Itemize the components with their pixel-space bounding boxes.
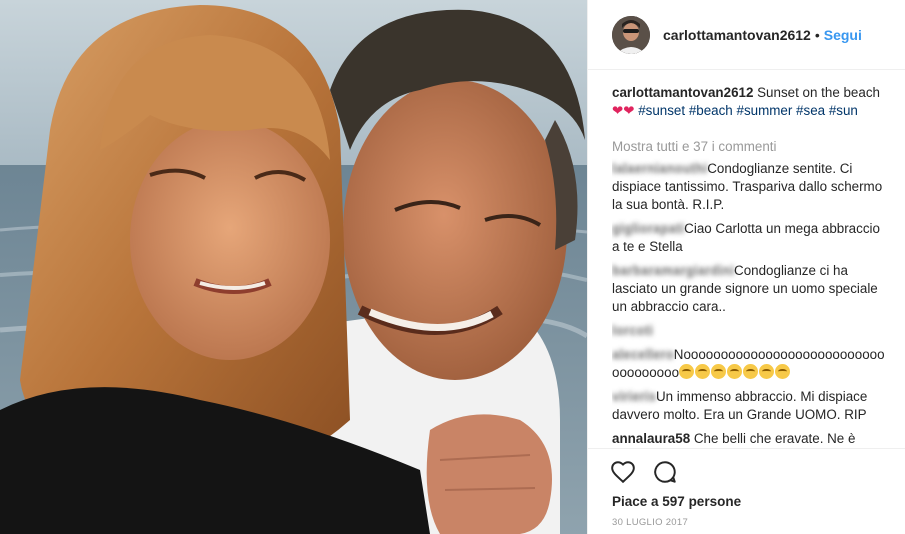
comment-username[interactable]: alecellero [612, 347, 674, 362]
hearts-emoji: ❤❤ [612, 103, 635, 118]
heart-outline-icon[interactable] [610, 459, 636, 485]
comment-item: virierisUn immenso abbraccio. Mi dispiac… [612, 388, 890, 424]
comment-username[interactable]: annalaura58 [612, 431, 690, 446]
speech-bubble-icon[interactable] [652, 459, 678, 485]
profile-picture-icon [612, 15, 650, 54]
caption-text: Sunset on the beach [753, 85, 880, 100]
comments-list[interactable]: carlottamantovan2612 Sunset on the beach… [612, 84, 890, 448]
comment-username[interactable]: lalaernianouthi [612, 161, 707, 176]
crying-face-icon [727, 364, 743, 379]
follow-button[interactable]: Segui [824, 27, 862, 43]
hashtag-beach[interactable]: #beach [689, 103, 733, 118]
hashtag-sun[interactable]: #sun [829, 103, 858, 118]
caption-username[interactable]: carlottamantovan2612 [612, 85, 753, 100]
crying-face-icon [743, 364, 759, 379]
show-all-comments-link[interactable]: Mostra tutti e 37 i commenti [612, 138, 890, 156]
hashtag-sunset[interactable]: #sunset [638, 103, 685, 118]
comment-username[interactable]: virieris [612, 389, 656, 404]
post-photo[interactable] [0, 0, 587, 534]
crying-face-icon [775, 364, 791, 379]
crying-face-icon [679, 364, 695, 379]
comment-item: lalaernianouthiCondoglianze sentite. Ci … [612, 160, 890, 214]
crying-emoji-row [679, 364, 791, 380]
comment-username[interactable]: gigliorapati [612, 221, 684, 236]
comment-username[interactable]: lorcoti [612, 323, 653, 338]
comment-item: lorcoti [612, 322, 890, 340]
post-side-panel: carlottamantovan2612 • Segui carlottaman… [587, 0, 905, 534]
comment-text: Che belli che eravate. Ne è [693, 431, 856, 446]
sunset-selfie-image [0, 0, 587, 534]
crying-face-icon [759, 364, 775, 379]
post-actions: Piace a 597 persone 30 LUGLIO 2017 [588, 448, 905, 534]
hashtag-summer[interactable]: #summer [737, 103, 793, 118]
crying-face-icon [695, 364, 711, 379]
hashtag-sea[interactable]: #sea [796, 103, 825, 118]
comment-item: annalaura58 Che belli che eravate. Ne è [612, 430, 890, 448]
comment-item: alecelleroNooooooooooooooooooooooooooooo… [612, 346, 890, 382]
comment-item: gigliorapatiCiao Carlotta un mega abbrac… [612, 220, 890, 256]
crying-face-icon [711, 364, 727, 379]
header-separator: • [814, 26, 820, 43]
likes-count[interactable]: Piace a 597 persone [612, 494, 741, 509]
post-header: carlottamantovan2612 • Segui [588, 0, 905, 70]
post-date: 30 LUGLIO 2017 [612, 517, 689, 528]
comment-item: barbaramargiardiniCondoglianze ci ha las… [612, 262, 890, 316]
header-username[interactable]: carlottamantovan2612 [663, 27, 811, 43]
comment-username[interactable]: barbaramargiardini [612, 263, 734, 278]
avatar[interactable] [612, 15, 650, 54]
post-caption: carlottamantovan2612 Sunset on the beach… [612, 84, 890, 120]
